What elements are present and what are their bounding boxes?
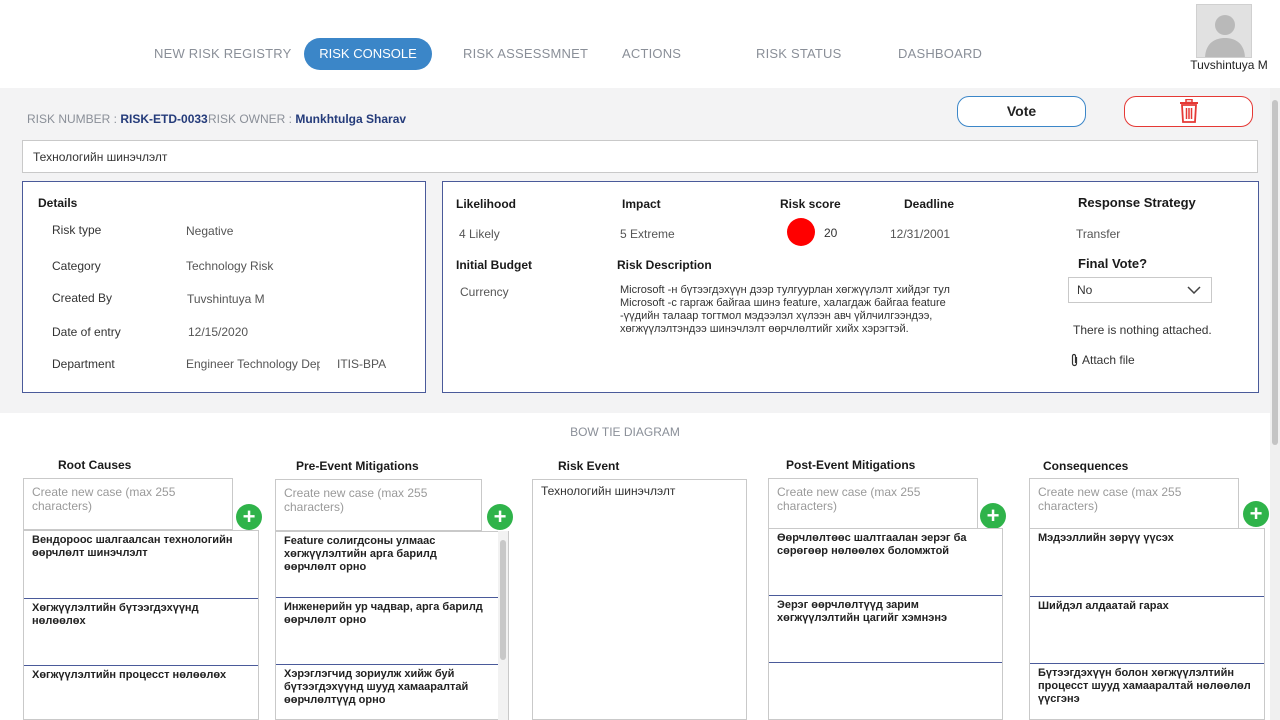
list-item[interactable]: [769, 663, 1002, 719]
response-strategy-label: Response Strategy: [1078, 195, 1196, 210]
risk-number: RISK NUMBER : RISK-ETD-0033: [27, 112, 208, 126]
risk-event-box[interactable]: Технологийн шинэчлэлт: [532, 479, 747, 720]
risk-owner: RISK OWNER : Munkhtulga Sharav: [208, 112, 407, 126]
list-item[interactable]: Хөгжүүлэлтийн процесст нөлөөлөх: [24, 666, 258, 719]
pre-mitigations-list: Feature солигдсоны улмаас хөгжүүлэлтийн …: [275, 531, 509, 720]
plus-icon: +: [986, 503, 1000, 528]
post-mitigations-input[interactable]: Create new case (max 255 characters): [768, 478, 978, 530]
risk-score-label: Risk score: [780, 197, 841, 211]
list-item[interactable]: Бүтээгдэхүүн болон хөгжүүлэлтийн процесс…: [1030, 664, 1264, 719]
impact-label: Impact: [622, 197, 661, 211]
trash-icon: [1179, 98, 1198, 123]
plus-icon: +: [242, 504, 256, 529]
top-nav: NEW RISK REGISTRY RISK CONSOLE RISK ASSE…: [0, 0, 1280, 88]
nav-actions[interactable]: ACTIONS: [622, 46, 681, 61]
likelihood-label: Likelihood: [456, 197, 516, 211]
pre-mitigations-scrollbar-thumb[interactable]: [500, 540, 506, 660]
initial-budget-label: Initial Budget: [456, 258, 532, 272]
final-vote-label: Final Vote?: [1078, 256, 1148, 271]
risk-type-value: Negative: [186, 224, 234, 238]
deadline-label: Deadline: [904, 197, 955, 211]
list-item[interactable]: Мэдээллийн зөрүү үүсэх: [1030, 529, 1264, 597]
post-mitigations-list: Өөрчлөлтөөс шалтгаалан эерэг ба сөрөгөөр…: [768, 528, 1003, 720]
add-pre-mitigation-button[interactable]: +: [487, 504, 513, 530]
list-item[interactable]: Инженерийн ур чадвар, арга барилд өөрчлө…: [276, 598, 498, 665]
chevron-down-icon: [1187, 286, 1201, 294]
date-of-entry-label: Date of entry: [52, 325, 121, 339]
nav-risk-status[interactable]: RISK STATUS: [756, 46, 842, 61]
risk-title-input[interactable]: Технологийн шинэчлэлт: [22, 140, 1258, 173]
list-item[interactable]: Өөрчлөлтөөс шалтгаалан эерэг ба сөрөгөөр…: [769, 529, 1002, 596]
nav-risk-console[interactable]: RISK CONSOLE: [304, 38, 432, 70]
nav-risk-assessment[interactable]: RISK ASSESSMNET: [463, 46, 588, 61]
initial-budget-value: Currency: [460, 285, 509, 299]
list-item[interactable]: Вендороос шалгаалсан технологийн өөрчлөл…: [24, 531, 258, 599]
likelihood-value: 4 Likely: [459, 227, 500, 241]
user-icon: [1205, 15, 1245, 57]
list-item[interactable]: Эерэг өөрчлөлтүүд зарим хөгжүүлэлтийн ца…: [769, 596, 1002, 663]
risk-description-label: Risk Description: [617, 258, 712, 272]
list-item[interactable]: Хэрэглэгчид зориулж хийж буй бүтээгдэхүү…: [276, 665, 498, 719]
impact-value: 5 Extreme: [620, 227, 675, 241]
final-vote-value: No: [1077, 283, 1093, 297]
risk-score-value: 20: [824, 226, 838, 240]
root-causes-input[interactable]: Create new case (max 255 characters): [23, 478, 233, 530]
category-value: Technology Risk: [186, 259, 274, 273]
created-by-value: Tuvshintuya M: [187, 292, 265, 306]
final-vote-select[interactable]: No: [1068, 277, 1212, 303]
delete-button[interactable]: [1124, 96, 1253, 127]
consequences-heading: Consequences: [1043, 459, 1129, 473]
consequences-input[interactable]: Create new case (max 255 characters): [1029, 478, 1239, 530]
add-post-mitigation-button[interactable]: +: [980, 503, 1006, 529]
risk-description-text: Microsoft -н бүтээгдэхүүн дээр тулгуурла…: [620, 284, 950, 335]
risk-event-heading: Risk Event: [558, 459, 620, 473]
user-name: Tuvshintuya M: [1190, 58, 1268, 72]
paperclip-icon: [1071, 353, 1078, 367]
plus-icon: +: [1249, 501, 1263, 526]
created-by-label: Created By: [52, 291, 113, 305]
risk-score-indicator: [787, 218, 815, 246]
consequences-list: Мэдээллийн зөрүү үүсэх Шийдэл алдаатай г…: [1029, 528, 1265, 720]
vote-button[interactable]: Vote: [957, 96, 1086, 127]
department-value: Engineer Technology Depa: [186, 357, 320, 371]
pre-mitigations-input[interactable]: Create new case (max 255 characters): [275, 479, 482, 531]
bow-tie-title: BOW TIE DIAGRAM: [570, 425, 680, 439]
page-scrollbar-thumb[interactable]: [1272, 100, 1278, 445]
date-of-entry-value: 12/15/2020: [188, 325, 249, 339]
list-item[interactable]: Feature солигдсоны улмаас хөгжүүлэлтийн …: [276, 532, 498, 598]
department-code: ITIS-BPA: [337, 357, 387, 371]
nav-dashboard[interactable]: DASHBOARD: [898, 46, 982, 61]
root-causes-list: Вендороос шалгаалсан технологийн өөрчлөл…: [23, 530, 259, 720]
add-root-cause-button[interactable]: +: [236, 504, 262, 530]
attach-file-label: Attach file: [1082, 353, 1135, 367]
pre-event-mitigations-heading: Pre-Event Mitigations: [296, 459, 419, 473]
department-label: Department: [52, 357, 115, 371]
risk-type-label: Risk type: [52, 223, 102, 237]
post-event-mitigations-heading: Post-Event Mitigations: [786, 458, 916, 472]
list-item[interactable]: Шийдэл алдаатай гарах: [1030, 597, 1264, 664]
details-heading: Details: [38, 196, 78, 210]
add-consequence-button[interactable]: +: [1243, 501, 1269, 527]
list-item[interactable]: Хөгжүүлэлтийн бүтээгдэхүүнд нөлөөлөх: [24, 599, 258, 666]
attachments-status: There is nothing attached.: [1073, 323, 1212, 337]
category-label: Category: [52, 259, 101, 273]
nav-new-risk-registry[interactable]: NEW RISK REGISTRY: [154, 46, 292, 61]
root-causes-heading: Root Causes: [58, 458, 132, 472]
deadline-value: 12/31/2001: [890, 227, 951, 241]
avatar[interactable]: [1196, 4, 1252, 58]
plus-icon: +: [493, 504, 507, 529]
response-strategy-value: Transfer: [1076, 227, 1121, 241]
